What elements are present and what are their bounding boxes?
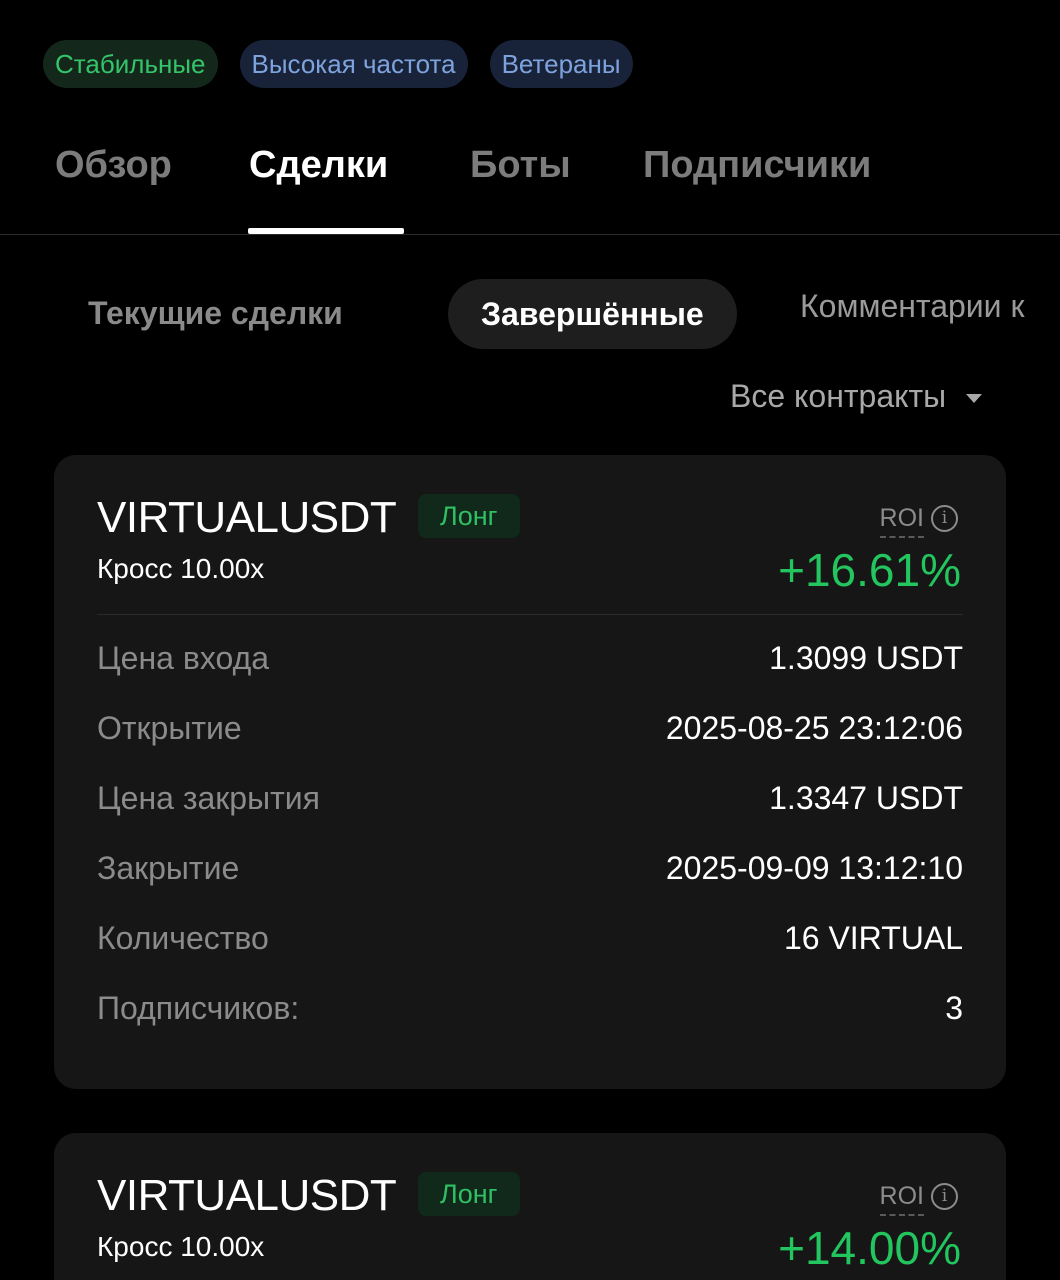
tag-stable: Стабильные — [43, 40, 218, 88]
detail-label: Количество — [97, 919, 269, 956]
tab-bots[interactable]: Боты — [470, 144, 571, 187]
roi-value: +16.61% — [778, 544, 961, 596]
divider — [97, 614, 963, 615]
trade-card[interactable]: VIRTUALUSDT Лонг Кросс 10.00x ROI i +16.… — [54, 455, 1006, 1089]
tab-overview[interactable]: Обзор — [55, 144, 172, 187]
trade-card-header: VIRTUALUSDT Лонг Кросс 10.00x ROI i +16.… — [54, 455, 1006, 615]
contracts-filter-dropdown[interactable]: Все контракты — [730, 378, 983, 415]
detail-row-close-price: Цена закрытия 1.3347 USDT — [97, 763, 963, 833]
tab-subscribers[interactable]: Подписчики — [643, 144, 871, 187]
detail-value: 16 VIRTUAL — [783, 919, 963, 956]
trade-side-badge: Лонг — [418, 494, 520, 538]
subtab-comments[interactable]: Комментарии к — [800, 288, 1024, 325]
active-tab-indicator — [248, 228, 404, 234]
detail-row-entry-price: Цена входа 1.3099 USDT — [97, 623, 963, 693]
subtab-completed[interactable]: Завершённые — [448, 279, 737, 349]
roi-value: +14.00% — [778, 1222, 961, 1274]
trader-tags: Стабильные Высокая частота Ветераны — [43, 40, 633, 88]
detail-row-open-time: Открытие 2025-08-25 23:12:06 — [97, 693, 963, 763]
info-icon[interactable]: i — [931, 1183, 958, 1210]
detail-value: 2025-08-25 23:12:06 — [665, 709, 963, 746]
detail-value: 3 — [945, 989, 963, 1026]
roi-label[interactable]: ROI — [879, 1182, 924, 1216]
trade-card-header: VIRTUALUSDT Лонг Кросс 10.00x ROI i +14.… — [54, 1133, 1006, 1280]
detail-value: 1.3099 USDT — [769, 639, 963, 676]
detail-label: Закрытие — [97, 849, 240, 886]
detail-row-close-time: Закрытие 2025-09-09 13:12:10 — [97, 833, 963, 903]
trade-card[interactable]: VIRTUALUSDT Лонг Кросс 10.00x ROI i +14.… — [54, 1133, 1006, 1280]
detail-row-subscribers: Подписчиков: 3 — [97, 973, 963, 1043]
detail-label: Цена закрытия — [97, 779, 320, 816]
trade-side-badge: Лонг — [418, 1172, 520, 1216]
margin-mode: Кросс 10.00x — [97, 553, 265, 584]
contracts-filter-label: Все контракты — [730, 378, 947, 414]
trade-symbol: VIRTUALUSDT — [97, 493, 397, 542]
tag-veterans: Ветераны — [489, 40, 633, 88]
info-icon[interactable]: i — [931, 505, 958, 532]
detail-value: 2025-09-09 13:12:10 — [665, 849, 963, 886]
detail-label: Открытие — [97, 709, 242, 746]
roi-label[interactable]: ROI — [879, 504, 924, 538]
main-tabs: Обзор Сделки Боты Подписчики — [0, 130, 1060, 235]
margin-mode: Кросс 10.00x — [97, 1231, 265, 1262]
subtab-current-trades[interactable]: Текущие сделки — [88, 295, 343, 332]
detail-value: 1.3347 USDT — [769, 779, 963, 816]
trader-page: Стабильные Высокая частота Ветераны Обзо… — [0, 0, 1060, 1280]
tab-trades[interactable]: Сделки — [249, 144, 388, 187]
trade-symbol: VIRTUALUSDT — [97, 1171, 397, 1220]
detail-label: Подписчиков: — [97, 989, 300, 1026]
detail-row-quantity: Количество 16 VIRTUAL — [97, 903, 963, 973]
caret-down-icon — [966, 394, 983, 403]
detail-label: Цена входа — [97, 639, 270, 676]
tag-high-frequency: Высокая частота — [239, 40, 468, 88]
trade-details: Цена входа 1.3099 USDT Открытие 2025-08-… — [54, 623, 1006, 1043]
